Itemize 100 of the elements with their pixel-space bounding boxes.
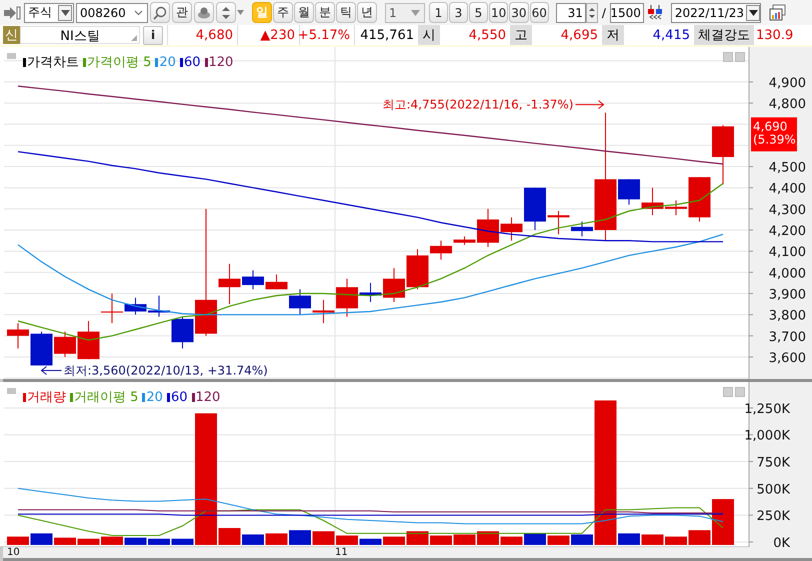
candlestick [454, 236, 476, 246]
legend-label[interactable]: 120 [208, 54, 234, 70]
current-price: 4,680 [167, 25, 237, 45]
volume-bar [218, 528, 240, 545]
candlestick [642, 187, 664, 216]
candlestick [148, 295, 170, 318]
candlestick [406, 248, 428, 290]
interval-button[interactable]: 3 [449, 2, 468, 23]
period-tab[interactable]: 월 [294, 2, 314, 23]
axis-label: 4,900 [768, 76, 806, 91]
count-field[interactable]: 31 [556, 2, 586, 22]
chart-window-icon[interactable] [768, 4, 786, 22]
code-field[interactable]: 008260 [76, 2, 148, 22]
market-select[interactable]: 주식 [24, 2, 74, 22]
axis-label: 3,600 [768, 351, 806, 366]
info-button[interactable]: i [143, 26, 163, 44]
price-change: ▲230 [237, 25, 299, 45]
volume-bar [477, 531, 499, 545]
current-price-label: 4,690 [753, 119, 788, 134]
legend-label[interactable]: 가격차트 [27, 53, 79, 71]
up-down-button[interactable] [216, 2, 236, 23]
period-tab[interactable]: 주 [273, 2, 293, 23]
month-label: 10 [7, 547, 21, 558]
field-label: 저 [602, 25, 624, 45]
axis-label: 4,300 [768, 202, 806, 218]
volume-bar [360, 538, 382, 545]
unit-select[interactable]: 1 [385, 2, 425, 22]
legend-label[interactable]: 120 [196, 390, 220, 404]
stock-name-field[interactable]: NI스틸 [20, 26, 140, 44]
arrows-icon[interactable] [646, 4, 663, 22]
candlestick [7, 322, 29, 350]
exit-arrow-icon[interactable] [3, 4, 21, 20]
alarm-button[interactable] [194, 2, 214, 23]
month-label: 11 [335, 547, 349, 558]
volume-bar [548, 536, 570, 545]
volume-bar [101, 536, 123, 545]
status-badge: 신 [3, 26, 20, 44]
axis-label: 4,500 [768, 160, 806, 176]
axis-label: 1,000K [744, 428, 790, 444]
legend-label[interactable]: 가격이평 5 [87, 53, 152, 71]
spinner-icon[interactable] [586, 2, 598, 22]
search-icon [153, 6, 167, 20]
candlestick [524, 187, 546, 231]
separator-text: / [602, 6, 606, 20]
candlestick [101, 293, 123, 324]
candlestick [78, 320, 100, 360]
volume-bar [242, 534, 264, 545]
volume-bar [571, 534, 593, 545]
candlestick [218, 263, 240, 305]
candlestick [665, 200, 687, 216]
candlestick [266, 274, 288, 290]
axis-label: 3,700 [768, 330, 806, 345]
candlestick [430, 240, 452, 260]
legend-label[interactable]: 거래이평 5 [74, 388, 138, 406]
caret-icon[interactable] [237, 10, 244, 15]
watch-button[interactable]: 관 [172, 2, 192, 23]
total-field[interactable]: 1500 [610, 2, 644, 22]
legend-label[interactable]: 60 [170, 390, 188, 404]
field-label: 시 [418, 25, 440, 45]
arrow-icon [40, 366, 62, 375]
axis-label: 3,800 [768, 308, 806, 324]
volume-bar [336, 536, 358, 545]
volume-bar [7, 536, 29, 545]
volume-bar [30, 533, 52, 545]
candlestick [54, 331, 76, 358]
volume-bar [618, 533, 640, 545]
candlestick [688, 176, 710, 222]
candlestick [500, 216, 522, 242]
legend-label[interactable]: 60 [184, 54, 200, 70]
axis-label: 750K [756, 456, 790, 471]
field-value: 4,415 [652, 26, 691, 44]
interval-button[interactable]: 5 [469, 2, 488, 23]
chevron-down-icon [134, 10, 143, 16]
volume-bar [78, 538, 100, 545]
period-tab[interactable]: 년 [357, 2, 377, 23]
axis-label: 4,400 [768, 182, 806, 197]
change-rate: +5.17% [299, 25, 354, 45]
interval-button[interactable]: 60 [530, 2, 549, 23]
candlestick [312, 299, 334, 324]
interval-button[interactable]: 30 [509, 2, 529, 23]
legend-label[interactable]: 거래량 [27, 388, 66, 406]
period-tab[interactable]: 틱 [336, 2, 356, 23]
volume-bar [454, 534, 476, 545]
field-label: 체결강도 [694, 25, 754, 45]
volume-bar [665, 536, 687, 545]
period-tab[interactable]: 분 [315, 2, 335, 23]
field-value: 4,695 [560, 26, 599, 44]
volume-bar [712, 499, 734, 545]
field-label: 고 [510, 25, 532, 45]
caret-icon [411, 10, 420, 16]
interval-button[interactable]: 10 [489, 2, 508, 23]
candlestick [172, 316, 194, 350]
date-select[interactable]: 2022/11/23 [670, 2, 761, 22]
candlestick [548, 210, 570, 235]
volume-bar [642, 534, 664, 545]
candlestick [336, 278, 358, 318]
volume-bar [430, 536, 452, 545]
interval-button[interactable]: 1 [429, 2, 448, 23]
search-button[interactable] [150, 2, 170, 23]
candlestick [242, 270, 264, 290]
